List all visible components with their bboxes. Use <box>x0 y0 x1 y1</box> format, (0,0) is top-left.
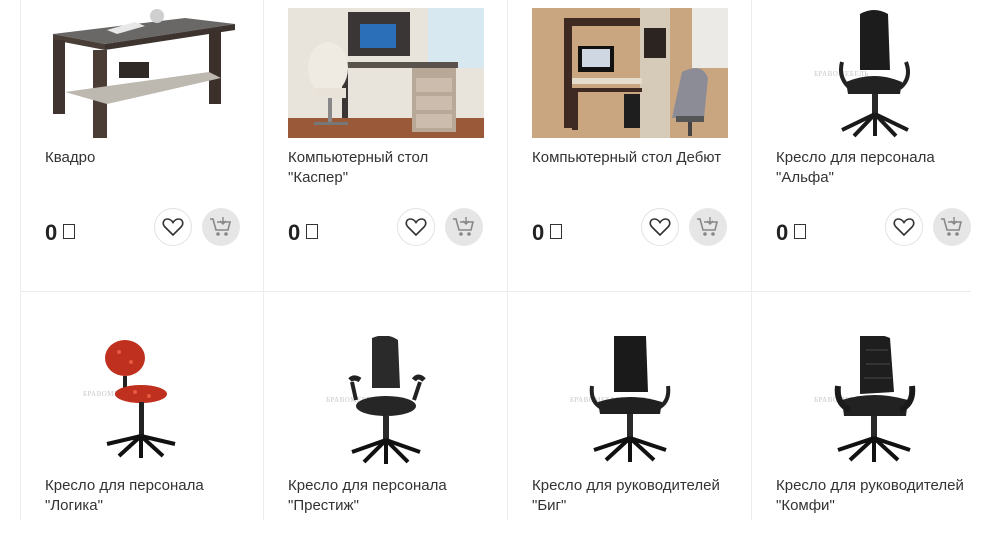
heart-icon <box>162 218 184 237</box>
add-to-favorites-button[interactable] <box>885 208 923 246</box>
heart-icon <box>893 218 915 237</box>
computer-desk-image <box>288 8 484 138</box>
coffee-table-image <box>45 8 241 138</box>
product-name[interactable]: Компьютерный стол Дебют <box>532 148 732 168</box>
product-image[interactable]: БРАВОМЕБЕЛЬ <box>288 336 484 466</box>
add-to-favorites-button[interactable] <box>397 208 435 246</box>
product-image[interactable] <box>532 8 728 138</box>
price-value: 0 <box>532 220 545 245</box>
computer-desk-image <box>532 8 728 138</box>
product-card[interactable]: БРАВОМЕБЕЛЬ Кресло для руководителей "Би… <box>508 292 752 520</box>
cart-plus-icon <box>941 217 963 236</box>
price-value: 0 <box>288 220 301 245</box>
product-price: 0 <box>45 220 76 246</box>
cart-plus-icon <box>697 217 719 236</box>
price-value: 0 <box>45 220 58 245</box>
add-to-favorites-button[interactable] <box>641 208 679 246</box>
currency-icon <box>306 224 319 239</box>
product-image[interactable]: БРАВОМЕБЕЛЬ <box>45 336 241 466</box>
add-to-cart-button[interactable] <box>933 208 971 246</box>
currency-icon <box>63 224 76 239</box>
product-price: 0 <box>288 220 319 246</box>
office-chair-image: БРАВОМЕБЕЛЬ <box>776 336 972 466</box>
product-card[interactable]: Компьютерный стол "Каспер" 0 <box>264 0 508 292</box>
product-name[interactable]: Квадро <box>45 148 245 168</box>
product-name[interactable]: Кресло для руководителей "Комфи" <box>776 476 976 515</box>
office-chair-image: БРАВОМЕБЕЛЬ <box>776 8 972 138</box>
heart-icon <box>405 218 427 237</box>
price-value: 0 <box>776 220 789 245</box>
product-price: 0 <box>776 220 807 246</box>
add-to-cart-button[interactable] <box>445 208 483 246</box>
add-to-cart-button[interactable] <box>202 208 240 246</box>
office-chair-image: БРАВОМЕБЕЛЬ <box>532 336 728 466</box>
add-to-cart-button[interactable] <box>689 208 727 246</box>
product-name[interactable]: Кресло для руководителей "Биг" <box>532 476 732 515</box>
product-name[interactable]: Компьютерный стол "Каспер" <box>288 148 488 187</box>
office-chair-image: БРАВОМЕБЕЛЬ <box>288 336 484 466</box>
currency-icon <box>550 224 563 239</box>
product-name[interactable]: Кресло для персонала "Логика" <box>45 476 245 515</box>
product-card[interactable]: Компьютерный стол Дебют 0 <box>508 0 752 292</box>
product-grid: Квадро 0 Компьютерный стол "Каспер" 0 Ко… <box>20 0 972 520</box>
product-card[interactable]: БРАВОМЕБЕЛЬ Кресло для руководителей "Ко… <box>752 292 972 520</box>
product-name[interactable]: Кресло для персонала "Престиж" <box>288 476 488 515</box>
add-to-favorites-button[interactable] <box>154 208 192 246</box>
cart-plus-icon <box>210 217 232 236</box>
currency-icon <box>794 224 807 239</box>
product-card[interactable]: БРАВОМЕБЕЛЬ Кресло для персонала "Прести… <box>264 292 508 520</box>
product-card[interactable]: БРАВОМЕБЕЛЬ Кресло для персонала "Логика… <box>20 292 264 520</box>
product-image[interactable] <box>45 8 241 138</box>
product-card[interactable]: Квадро 0 <box>20 0 264 292</box>
product-card[interactable]: БРАВОМЕБЕЛЬ Кресло для персонала "Альфа"… <box>752 0 972 292</box>
office-chair-image: БРАВОМЕБЕЛЬ <box>45 336 241 466</box>
cart-plus-icon <box>453 217 475 236</box>
product-image[interactable] <box>288 8 484 138</box>
product-image[interactable]: БРАВОМЕБЕЛЬ <box>532 336 728 466</box>
heart-icon <box>649 218 671 237</box>
product-name[interactable]: Кресло для персонала "Альфа" <box>776 148 976 187</box>
product-image[interactable]: БРАВОМЕБЕЛЬ <box>776 8 972 138</box>
product-image[interactable]: БРАВОМЕБЕЛЬ <box>776 336 972 466</box>
product-price: 0 <box>532 220 563 246</box>
